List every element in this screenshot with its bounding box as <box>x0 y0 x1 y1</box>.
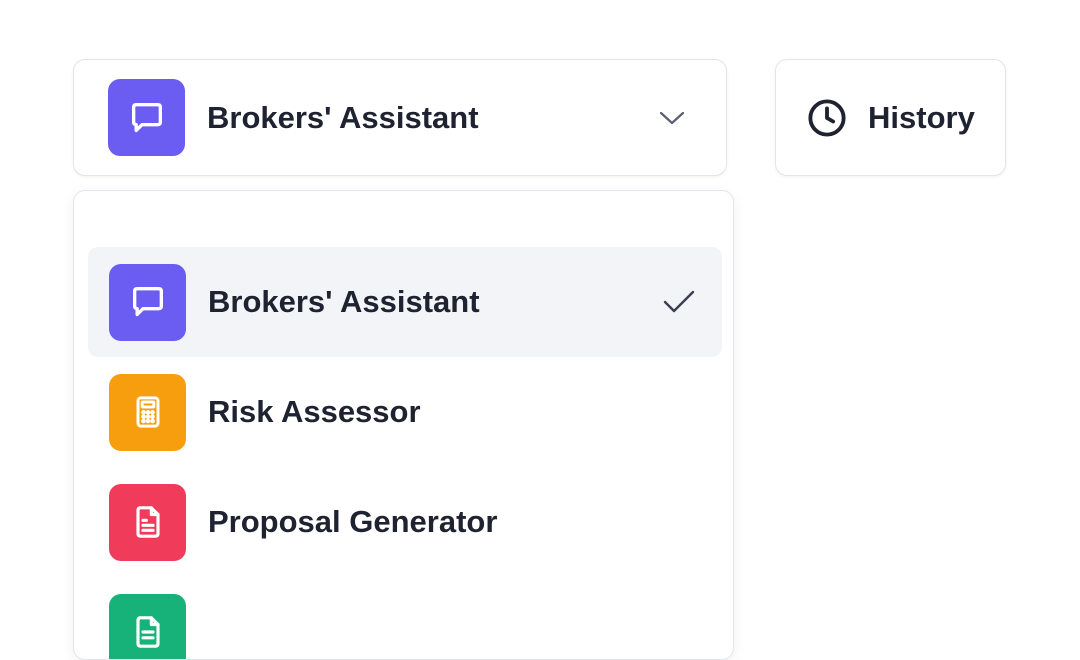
assistant-selector-label: Brokers' Assistant <box>207 100 479 136</box>
dropdown-option-4[interactable] <box>88 577 722 660</box>
history-button-label: History <box>868 100 975 136</box>
message-square-icon <box>109 264 186 341</box>
calculator-icon <box>109 374 186 451</box>
history-button[interactable]: History <box>775 59 1006 176</box>
dropdown-option-label: Proposal Generator <box>208 504 497 540</box>
checkmark-icon <box>662 289 696 315</box>
document-icon <box>109 594 186 660</box>
dropdown-option-proposal-generator[interactable]: Proposal Generator <box>88 467 722 577</box>
document-icon <box>109 484 186 561</box>
dropdown-option-brokers-assistant[interactable]: Brokers' Assistant <box>88 247 722 357</box>
dropdown-option-risk-assessor[interactable]: Risk Assessor <box>88 357 722 467</box>
clock-icon <box>806 97 848 139</box>
assistant-selector[interactable]: Brokers' Assistant <box>73 59 727 176</box>
assistant-dropdown-menu: Brokers' Assistant Risk Assess <box>73 190 734 660</box>
chevron-down-icon <box>658 109 686 127</box>
dropdown-option-label: Brokers' Assistant <box>208 284 480 320</box>
dropdown-option-label: Risk Assessor <box>208 394 421 430</box>
message-square-icon <box>108 79 185 156</box>
